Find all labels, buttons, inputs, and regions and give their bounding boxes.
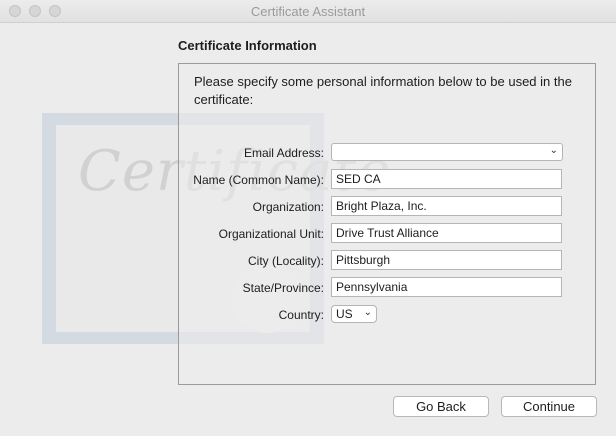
country-select[interactable]: US ⌄ [331, 305, 377, 323]
organization-field[interactable]: Bright Plaza, Inc. [331, 196, 562, 216]
email-combo-box[interactable]: ⌄ [331, 143, 563, 161]
org-unit-field[interactable]: Drive Trust Alliance [331, 223, 562, 243]
email-label: Email Address: [243, 146, 324, 160]
common-name-field[interactable]: SED CA [331, 169, 562, 189]
continue-button[interactable]: Continue [501, 396, 597, 417]
country-select-value: US [336, 307, 353, 321]
chevron-down-icon: ⌄ [363, 307, 372, 318]
city-field[interactable]: Pittsburgh [331, 250, 562, 270]
chevron-down-icon[interactable]: ⌄ [550, 145, 558, 156]
window-title: Certificate Assistant [250, 4, 366, 19]
country-label: Country: [278, 308, 324, 322]
organization-label: Organization: [252, 200, 324, 214]
section-title: Certificate Information [178, 38, 317, 53]
state-label: State/Province: [242, 281, 324, 295]
city-label: City (Locality): [247, 254, 324, 268]
state-field[interactable]: Pennsylvania [331, 277, 562, 297]
title-bar: Certificate Assistant [0, 0, 616, 23]
common-name-label: Name (Common Name): [193, 173, 324, 187]
go-back-button[interactable]: Go Back [393, 396, 489, 417]
org-unit-label: Organizational Unit: [218, 227, 324, 241]
instructions-text: Please specify some personal information… [194, 74, 572, 107]
